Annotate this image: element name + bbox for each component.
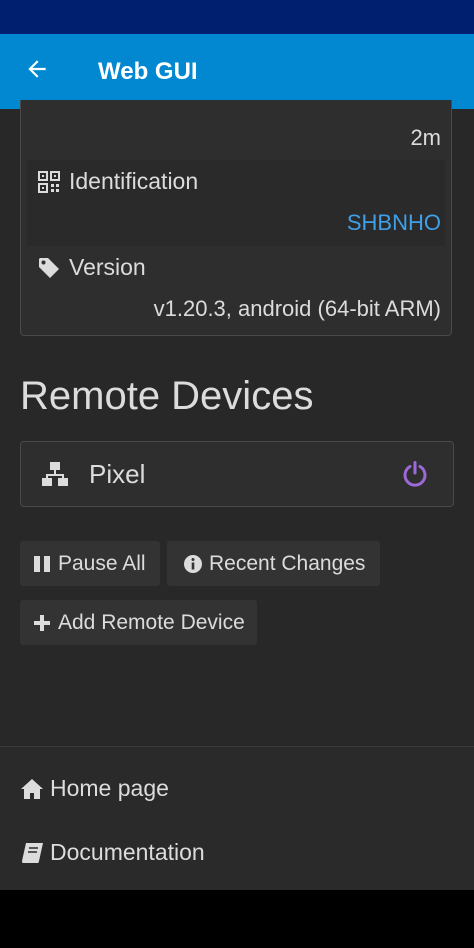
version-row: Version v1.20.3, android (64-bit ARM) — [27, 246, 445, 332]
documentation-label: Documentation — [50, 839, 205, 865]
arrow-left-icon — [24, 56, 50, 87]
back-button[interactable] — [0, 34, 74, 109]
info-circle-icon — [183, 554, 203, 574]
power-icon — [399, 458, 431, 490]
plus-icon — [32, 613, 52, 633]
sitemap-icon — [41, 460, 69, 488]
pause-all-button[interactable]: Pause All — [20, 541, 160, 586]
version-label: Version — [69, 254, 146, 280]
remote-device-panel[interactable]: Pixel — [20, 441, 454, 507]
add-remote-device-button[interactable]: Add Remote Device — [20, 600, 257, 645]
recent-changes-button[interactable]: Recent Changes — [167, 541, 380, 586]
version-value: v1.20.3, android (64-bit ARM) — [153, 296, 441, 321]
footer: Home page Documentation — [0, 746, 474, 891]
add-remote-device-label: Add Remote Device — [58, 610, 245, 634]
documentation-link[interactable]: Documentation — [20, 839, 205, 866]
device-info-card: 2m Identification SHBNHO Version v1.20.3… — [20, 100, 452, 336]
status-bar — [0, 0, 474, 34]
navigation-bar — [0, 890, 474, 948]
app-bar: Web GUI — [0, 34, 474, 109]
app-title: Web GUI — [98, 57, 198, 85]
identification-value[interactable]: SHBNHO — [347, 210, 441, 236]
uptime-value: 2m — [410, 125, 441, 150]
identification-label: Identification — [69, 168, 199, 194]
device-name: Pixel — [89, 458, 146, 489]
book-icon — [20, 841, 44, 865]
recent-changes-label: Recent Changes — [209, 551, 366, 575]
home-page-label: Home page — [50, 775, 169, 801]
tag-icon — [37, 256, 61, 280]
pause-all-label: Pause All — [58, 551, 146, 575]
home-page-link[interactable]: Home page — [20, 775, 169, 802]
remote-devices-title: Remote Devices — [20, 374, 314, 418]
qrcode-icon — [37, 170, 61, 194]
home-icon — [20, 777, 44, 801]
pause-icon — [32, 554, 52, 574]
identification-row: Identification SHBNHO — [27, 160, 445, 246]
